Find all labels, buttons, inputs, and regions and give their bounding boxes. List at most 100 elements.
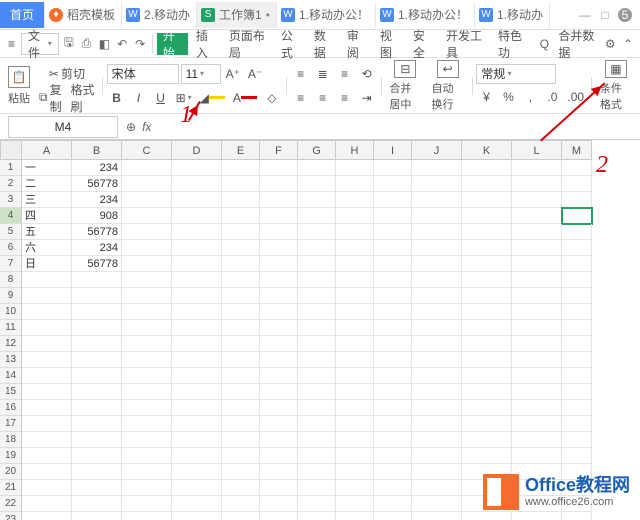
cell[interactable]: [260, 496, 298, 512]
merge-data-button[interactable]: 合并数据: [554, 33, 600, 55]
cell[interactable]: [512, 400, 562, 416]
minimize-icon[interactable]: —: [578, 8, 592, 22]
cell[interactable]: [172, 176, 222, 192]
cell[interactable]: [512, 240, 562, 256]
cell[interactable]: [122, 160, 172, 176]
cell[interactable]: [412, 224, 462, 240]
cell[interactable]: [462, 288, 512, 304]
cell[interactable]: [122, 336, 172, 352]
col-header[interactable]: I: [374, 140, 412, 160]
font-size-select[interactable]: 11▾: [181, 64, 221, 84]
cell[interactable]: [512, 160, 562, 176]
cell[interactable]: [260, 400, 298, 416]
cell[interactable]: [260, 512, 298, 520]
align-top-icon[interactable]: ≡: [291, 63, 311, 85]
underline-button[interactable]: U: [151, 87, 171, 109]
cell[interactable]: 234: [72, 240, 122, 256]
cell[interactable]: [72, 384, 122, 400]
cell[interactable]: [374, 512, 412, 520]
cell[interactable]: [260, 336, 298, 352]
name-box[interactable]: M4: [8, 116, 118, 138]
cell[interactable]: [260, 368, 298, 384]
cell[interactable]: [260, 432, 298, 448]
col-header[interactable]: D: [172, 140, 222, 160]
cell[interactable]: [172, 208, 222, 224]
tab-doc-4[interactable]: W1.移动办: [475, 2, 550, 28]
cell[interactable]: [72, 336, 122, 352]
cell[interactable]: [412, 416, 462, 432]
cell[interactable]: [562, 432, 592, 448]
cell[interactable]: [562, 192, 592, 208]
cell[interactable]: [298, 272, 336, 288]
cell[interactable]: [298, 384, 336, 400]
cell[interactable]: [122, 256, 172, 272]
cell[interactable]: [412, 304, 462, 320]
cell[interactable]: [412, 272, 462, 288]
cell[interactable]: [562, 352, 592, 368]
cell[interactable]: [462, 336, 512, 352]
cell[interactable]: [222, 496, 260, 512]
tab-doc-3[interactable]: W1.移动办公！: [376, 2, 475, 28]
orientation-icon[interactable]: ⟲: [357, 63, 377, 85]
undo-icon[interactable]: ↶: [114, 34, 130, 54]
col-header[interactable]: G: [298, 140, 336, 160]
cell[interactable]: [222, 400, 260, 416]
row-header[interactable]: 5: [0, 224, 22, 240]
cell[interactable]: [22, 416, 72, 432]
cell[interactable]: [122, 192, 172, 208]
tab-menu-icon[interactable]: •: [266, 8, 270, 22]
cell[interactable]: [22, 464, 72, 480]
cell[interactable]: [222, 432, 260, 448]
cell[interactable]: [374, 432, 412, 448]
row-header[interactable]: 3: [0, 192, 22, 208]
cell[interactable]: [562, 416, 592, 432]
cell[interactable]: [222, 272, 260, 288]
badge-icon[interactable]: 5: [618, 8, 632, 22]
cell[interactable]: [260, 384, 298, 400]
file-menu[interactable]: 文件▾: [21, 33, 59, 55]
cell[interactable]: [512, 512, 562, 520]
cell[interactable]: [260, 304, 298, 320]
cell[interactable]: [298, 256, 336, 272]
cell[interactable]: [222, 288, 260, 304]
cell[interactable]: [222, 336, 260, 352]
cell[interactable]: [122, 416, 172, 432]
cell[interactable]: [22, 432, 72, 448]
cell[interactable]: [260, 192, 298, 208]
cell[interactable]: [512, 384, 562, 400]
cell[interactable]: [336, 384, 374, 400]
redo-icon[interactable]: ↷: [132, 34, 148, 54]
align-bot-icon[interactable]: ≡: [335, 63, 355, 85]
cell[interactable]: [336, 352, 374, 368]
cell[interactable]: [374, 448, 412, 464]
cell[interactable]: [336, 240, 374, 256]
col-header[interactable]: E: [222, 140, 260, 160]
row-header[interactable]: 19: [0, 448, 22, 464]
cell[interactable]: [72, 368, 122, 384]
cell[interactable]: [412, 240, 462, 256]
cell[interactable]: [412, 496, 462, 512]
cell[interactable]: [298, 496, 336, 512]
cell[interactable]: [412, 160, 462, 176]
cell[interactable]: [412, 336, 462, 352]
cell[interactable]: [336, 208, 374, 224]
cell[interactable]: [374, 320, 412, 336]
col-header[interactable]: K: [462, 140, 512, 160]
font-color-button[interactable]: A: [230, 87, 260, 109]
cell[interactable]: [172, 480, 222, 496]
cell[interactable]: [22, 496, 72, 512]
cell[interactable]: [412, 192, 462, 208]
col-header[interactable]: H: [336, 140, 374, 160]
cell[interactable]: [122, 352, 172, 368]
cell[interactable]: [22, 400, 72, 416]
cell[interactable]: [172, 160, 222, 176]
cell[interactable]: [72, 496, 122, 512]
italic-button[interactable]: I: [129, 87, 149, 109]
cell[interactable]: [336, 432, 374, 448]
inc-decimal-icon[interactable]: .0: [542, 86, 562, 108]
cell[interactable]: [462, 416, 512, 432]
cell[interactable]: [260, 176, 298, 192]
cell[interactable]: [512, 208, 562, 224]
cell[interactable]: [298, 416, 336, 432]
dec-decimal-icon[interactable]: .00: [564, 86, 587, 108]
